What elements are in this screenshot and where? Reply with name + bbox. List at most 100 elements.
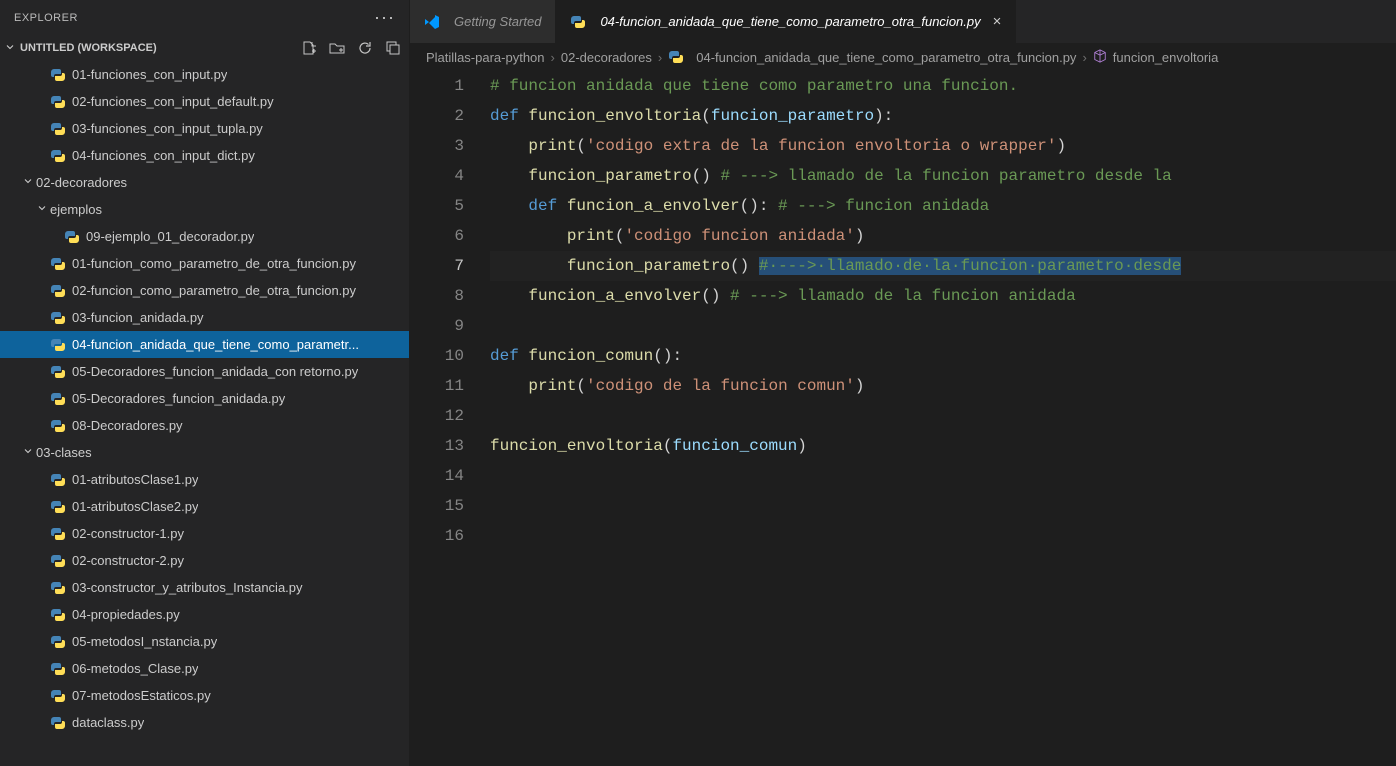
code-line[interactable] [490, 521, 1396, 551]
python-icon [50, 364, 66, 380]
python-icon [50, 661, 66, 677]
breadcrumb-symbol[interactable]: funcion_envoltoria [1113, 50, 1219, 65]
collapse-icon[interactable] [385, 40, 401, 56]
chevron-down-icon [22, 445, 36, 460]
code-line[interactable] [490, 401, 1396, 431]
workspace-label: UNTITLED (WORKSPACE) [20, 42, 157, 54]
file-row[interactable]: 05-metodosI_nstancia.py [0, 628, 409, 655]
file-label: 02-funciones_con_input_default.py [72, 94, 274, 109]
python-icon [50, 67, 66, 83]
editor-tab[interactable]: Getting Started [410, 0, 556, 43]
more-icon[interactable]: ··· [374, 7, 395, 28]
new-file-icon[interactable] [301, 40, 317, 56]
code-line[interactable]: print('codigo de la funcion comun') [490, 371, 1396, 401]
file-label: 04-funcion_anidada_que_tiene_como_parame… [72, 337, 359, 352]
file-row[interactable]: 03-constructor_y_atributos_Instancia.py [0, 574, 409, 601]
python-icon [50, 715, 66, 731]
line-number: 5 [410, 191, 464, 221]
folder-label: ejemplos [50, 202, 102, 217]
file-label: 01-atributosClase1.py [72, 472, 198, 487]
code-line[interactable]: def funcion_comun(): [490, 341, 1396, 371]
breadcrumb-part[interactable]: 02-decoradores [561, 50, 652, 65]
line-number: 10 [410, 341, 464, 371]
file-label: 04-funciones_con_input_dict.py [72, 148, 255, 163]
file-row[interactable]: 07-metodosEstaticos.py [0, 682, 409, 709]
file-row[interactable]: 05-Decoradores_funcion_anidada_con retor… [0, 358, 409, 385]
file-row[interactable]: 02-constructor-2.py [0, 547, 409, 574]
code-line[interactable] [490, 461, 1396, 491]
explorer-header: EXPLORER ··· [0, 0, 409, 35]
breadcrumb[interactable]: Platillas-para-python › 02-decoradores ›… [410, 43, 1396, 71]
line-number: 15 [410, 491, 464, 521]
file-label: 05-Decoradores_funcion_anidada.py [72, 391, 285, 406]
file-row[interactable]: 01-funciones_con_input.py [0, 61, 409, 88]
file-label: 01-funcion_como_parametro_de_otra_funcio… [72, 256, 356, 271]
file-row[interactable]: 04-funcion_anidada_que_tiene_como_parame… [0, 331, 409, 358]
tab-label: Getting Started [454, 14, 541, 29]
code-line[interactable] [490, 311, 1396, 341]
code-line[interactable] [490, 491, 1396, 521]
tab-label: 04-funcion_anidada_que_tiene_como_parame… [600, 14, 980, 29]
line-number: 6 [410, 221, 464, 251]
file-label: 06-metodos_Clase.py [72, 661, 198, 676]
editor-tab[interactable]: 04-funcion_anidada_que_tiene_como_parame… [556, 0, 1016, 43]
line-gutter: 12345678910111213141516 [410, 71, 490, 766]
code-line[interactable]: funcion_parametro() # ---> llamado de la… [490, 161, 1396, 191]
python-icon [50, 121, 66, 137]
line-number: 9 [410, 311, 464, 341]
python-icon [50, 580, 66, 596]
file-row[interactable]: 03-funciones_con_input_tupla.py [0, 115, 409, 142]
line-number: 14 [410, 461, 464, 491]
code-line[interactable]: funcion_envoltoria(funcion_comun) [490, 431, 1396, 461]
vscode-icon [424, 14, 440, 30]
line-number: 12 [410, 401, 464, 431]
folder-row[interactable]: 02-decoradores [0, 169, 409, 196]
code-line[interactable]: funcion_parametro() #·--->·llamado·de·la… [490, 251, 1396, 281]
file-row[interactable]: 08-Decoradores.py [0, 412, 409, 439]
file-row[interactable]: 01-funcion_como_parametro_de_otra_funcio… [0, 250, 409, 277]
python-icon [50, 94, 66, 110]
file-row[interactable]: 09-ejemplo_01_decorador.py [0, 223, 409, 250]
python-icon [50, 256, 66, 272]
chevron-down-icon [36, 202, 50, 217]
file-row[interactable]: 05-Decoradores_funcion_anidada.py [0, 385, 409, 412]
explorer-sidebar: EXPLORER ··· UNTITLED (WORKSPACE) 01-fun… [0, 0, 410, 766]
new-folder-icon[interactable] [329, 40, 345, 56]
code-line[interactable]: print('codigo funcion anidada') [490, 221, 1396, 251]
breadcrumb-part[interactable]: 04-funcion_anidada_que_tiene_como_parame… [696, 50, 1076, 65]
file-row[interactable]: 04-propiedades.py [0, 601, 409, 628]
file-label: 02-funcion_como_parametro_de_otra_funcio… [72, 283, 356, 298]
workspace-header[interactable]: UNTITLED (WORKSPACE) [0, 35, 409, 61]
file-row[interactable]: 04-funciones_con_input_dict.py [0, 142, 409, 169]
code-line[interactable]: def funcion_a_envolver(): # ---> funcion… [490, 191, 1396, 221]
code-line[interactable]: print('codigo extra de la funcion envolt… [490, 131, 1396, 161]
tab-bar: Getting Started 04-funcion_anidada_que_ti… [410, 0, 1396, 43]
python-icon [570, 14, 586, 30]
file-row[interactable]: 02-funciones_con_input_default.py [0, 88, 409, 115]
python-icon [668, 49, 684, 65]
refresh-icon[interactable] [357, 40, 373, 56]
chevron-right-icon: › [658, 50, 662, 65]
chevron-right-icon: › [551, 50, 555, 65]
file-row[interactable]: 02-funcion_como_parametro_de_otra_funcio… [0, 277, 409, 304]
folder-row[interactable]: 03-clases [0, 439, 409, 466]
code-line[interactable]: funcion_a_envolver() # ---> llamado de l… [490, 281, 1396, 311]
code-content[interactable]: # funcion anidada que tiene como paramet… [490, 71, 1396, 766]
file-label: 01-atributosClase2.py [72, 499, 198, 514]
close-icon[interactable]: × [993, 13, 1002, 30]
python-icon [50, 148, 66, 164]
file-row[interactable]: 01-atributosClase1.py [0, 466, 409, 493]
file-row[interactable]: 01-atributosClase2.py [0, 493, 409, 520]
folder-row[interactable]: ejemplos [0, 196, 409, 223]
breadcrumb-part[interactable]: Platillas-para-python [426, 50, 545, 65]
file-label: 09-ejemplo_01_decorador.py [86, 229, 254, 244]
code-line[interactable]: # funcion anidada que tiene como paramet… [490, 71, 1396, 101]
code-line[interactable]: def funcion_envoltoria(funcion_parametro… [490, 101, 1396, 131]
python-icon [64, 229, 80, 245]
file-row[interactable]: 02-constructor-1.py [0, 520, 409, 547]
code-editor[interactable]: 12345678910111213141516 # funcion anidad… [410, 71, 1396, 766]
file-row[interactable]: dataclass.py [0, 709, 409, 736]
file-row[interactable]: 06-metodos_Clase.py [0, 655, 409, 682]
file-label: 03-constructor_y_atributos_Instancia.py [72, 580, 303, 595]
file-row[interactable]: 03-funcion_anidada.py [0, 304, 409, 331]
